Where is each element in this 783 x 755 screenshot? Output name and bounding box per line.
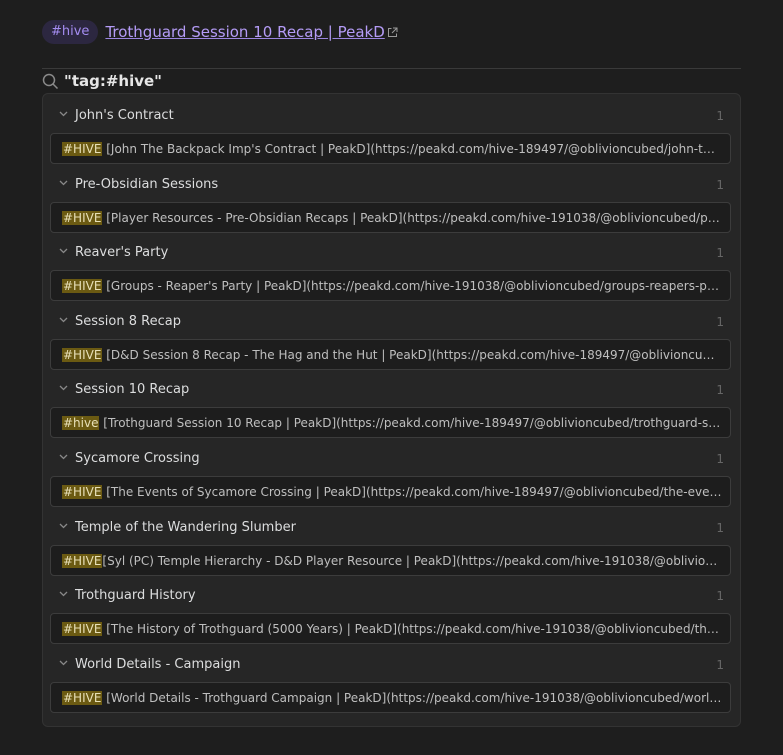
match-text: [Groups - Reaper's Party | PeakD](https:…	[102, 279, 722, 293]
note-title-link[interactable]: Trothguard Session 10 Recap | PeakD	[105, 23, 384, 41]
match-text: [The Events of Sycamore Crossing | PeakD…	[102, 485, 722, 499]
result-group: Trothguard History 1 #HIVE [The History …	[43, 577, 740, 646]
result-group-header[interactable]: Sycamore Crossing 1	[43, 440, 740, 474]
chevron-down-icon[interactable]	[59, 385, 68, 391]
search-bar[interactable]: "tag:#hive"	[42, 71, 162, 91]
result-file-title[interactable]: Trothguard History	[75, 588, 196, 603]
result-match-line[interactable]: #HIVE[Syl (PC) Temple Hierarchy - D&D Pl…	[50, 545, 731, 576]
chevron-down-icon[interactable]	[59, 180, 68, 186]
result-match-line[interactable]: #HIVE [The History of Trothguard (5000 Y…	[50, 613, 731, 644]
match-text: [Trothguard Session 10 Recap | PeakD](ht…	[99, 416, 722, 430]
matched-tag-highlight: #HIVE	[62, 554, 103, 568]
matched-tag-highlight: #hive	[62, 416, 100, 430]
result-match-line[interactable]: #HIVE [D&D Session 8 Recap - The Hag and…	[50, 339, 731, 370]
match-text: [World Details - Trothguard Campaign | P…	[102, 691, 722, 705]
result-match-count: 1	[716, 658, 724, 672]
result-group-header[interactable]: World Details - Campaign 1	[43, 646, 740, 680]
result-group: Temple of the Wandering Slumber 1 #HIVE[…	[43, 509, 740, 578]
result-match-line[interactable]: #hive [Trothguard Session 10 Recap | Pea…	[50, 407, 731, 438]
result-match-count: 1	[716, 109, 724, 123]
result-match-line[interactable]: #HIVE [World Details - Trothguard Campai…	[50, 682, 731, 713]
chevron-down-icon[interactable]	[59, 248, 68, 254]
matched-tag-highlight: #HIVE	[62, 622, 103, 636]
matched-tag-highlight: #HIVE	[62, 485, 103, 499]
hive-tag-pill[interactable]: #hive	[42, 20, 99, 44]
result-group-header[interactable]: Session 10 Recap 1	[43, 371, 740, 405]
result-group-header[interactable]: Reaver's Party 1	[43, 234, 740, 268]
match-text: [D&D Session 8 Recap - The Hag and the H…	[102, 348, 722, 362]
result-match-line[interactable]: #HIVE [Player Resources - Pre-Obsidian R…	[50, 202, 731, 233]
result-group: Session 8 Recap 1 #HIVE [D&D Session 8 R…	[43, 303, 740, 372]
result-group-header[interactable]: Temple of the Wandering Slumber 1	[43, 509, 740, 543]
chevron-down-icon[interactable]	[59, 591, 68, 597]
result-match-count: 1	[716, 589, 724, 603]
result-group: John's Contract 1 #HIVE [John The Backpa…	[43, 97, 740, 166]
result-group: Reaver's Party 1 #HIVE [Groups - Reaper'…	[43, 234, 740, 303]
chevron-down-icon[interactable]	[59, 523, 68, 529]
chevron-down-icon[interactable]	[59, 317, 68, 323]
result-file-title[interactable]: Temple of the Wandering Slumber	[75, 520, 296, 535]
matched-tag-highlight: #HIVE	[62, 142, 103, 156]
result-file-title[interactable]: Pre-Obsidian Sessions	[75, 177, 218, 192]
result-match-line[interactable]: #HIVE [John The Backpack Imp's Contract …	[50, 133, 731, 164]
chevron-down-icon[interactable]	[59, 660, 68, 666]
result-file-title[interactable]: Sycamore Crossing	[75, 451, 200, 466]
result-match-count: 1	[716, 383, 724, 397]
result-file-title[interactable]: John's Contract	[75, 108, 174, 123]
result-match-count: 1	[716, 315, 724, 329]
match-text: [The History of Trothguard (5000 Years) …	[102, 622, 722, 636]
matched-tag-highlight: #HIVE	[62, 211, 103, 225]
result-group: World Details - Campaign 1 #HIVE [World …	[43, 646, 740, 715]
result-group: Pre-Obsidian Sessions 1 #HIVE [Player Re…	[43, 166, 740, 235]
match-text: [John The Backpack Imp's Contract | Peak…	[102, 142, 722, 156]
result-match-count: 1	[716, 452, 724, 466]
search-icon	[42, 73, 59, 90]
result-file-title[interactable]: Session 10 Recap	[75, 382, 189, 397]
note-header: #hive Trothguard Session 10 Recap | Peak…	[42, 20, 398, 44]
result-match-line[interactable]: #HIVE [The Events of Sycamore Crossing |…	[50, 476, 731, 507]
result-group-header[interactable]: John's Contract 1	[43, 97, 740, 131]
result-match-count: 1	[716, 178, 724, 192]
result-group-header[interactable]: Trothguard History 1	[43, 577, 740, 611]
result-match-line[interactable]: #HIVE [Groups - Reaper's Party | PeakD](…	[50, 270, 731, 301]
header-divider	[42, 68, 741, 69]
search-results: John's Contract 1 #HIVE [John The Backpa…	[42, 93, 741, 727]
result-group-header[interactable]: Pre-Obsidian Sessions 1	[43, 166, 740, 200]
chevron-down-icon[interactable]	[59, 111, 68, 117]
matched-tag-highlight: #HIVE	[62, 348, 103, 362]
match-text: [Player Resources - Pre-Obsidian Recaps …	[102, 211, 722, 225]
result-group: Session 10 Recap 1 #hive [Trothguard Ses…	[43, 371, 740, 440]
matched-tag-highlight: #HIVE	[62, 279, 103, 293]
match-text: [Syl (PC) Temple Hierarchy - D&D Player …	[102, 554, 722, 568]
matched-tag-highlight: #HIVE	[62, 691, 103, 705]
result-file-title[interactable]: Reaver's Party	[75, 245, 168, 260]
result-match-count: 1	[716, 521, 724, 535]
result-group: Sycamore Crossing 1 #HIVE [The Events of…	[43, 440, 740, 509]
result-file-title[interactable]: World Details - Campaign	[75, 657, 240, 672]
search-query[interactable]: "tag:#hive"	[64, 72, 162, 90]
result-group-header[interactable]: Session 8 Recap 1	[43, 303, 740, 337]
result-file-title[interactable]: Session 8 Recap	[75, 314, 181, 329]
chevron-down-icon[interactable]	[59, 454, 68, 460]
result-match-count: 1	[716, 246, 724, 260]
external-link-icon[interactable]	[387, 23, 398, 37]
